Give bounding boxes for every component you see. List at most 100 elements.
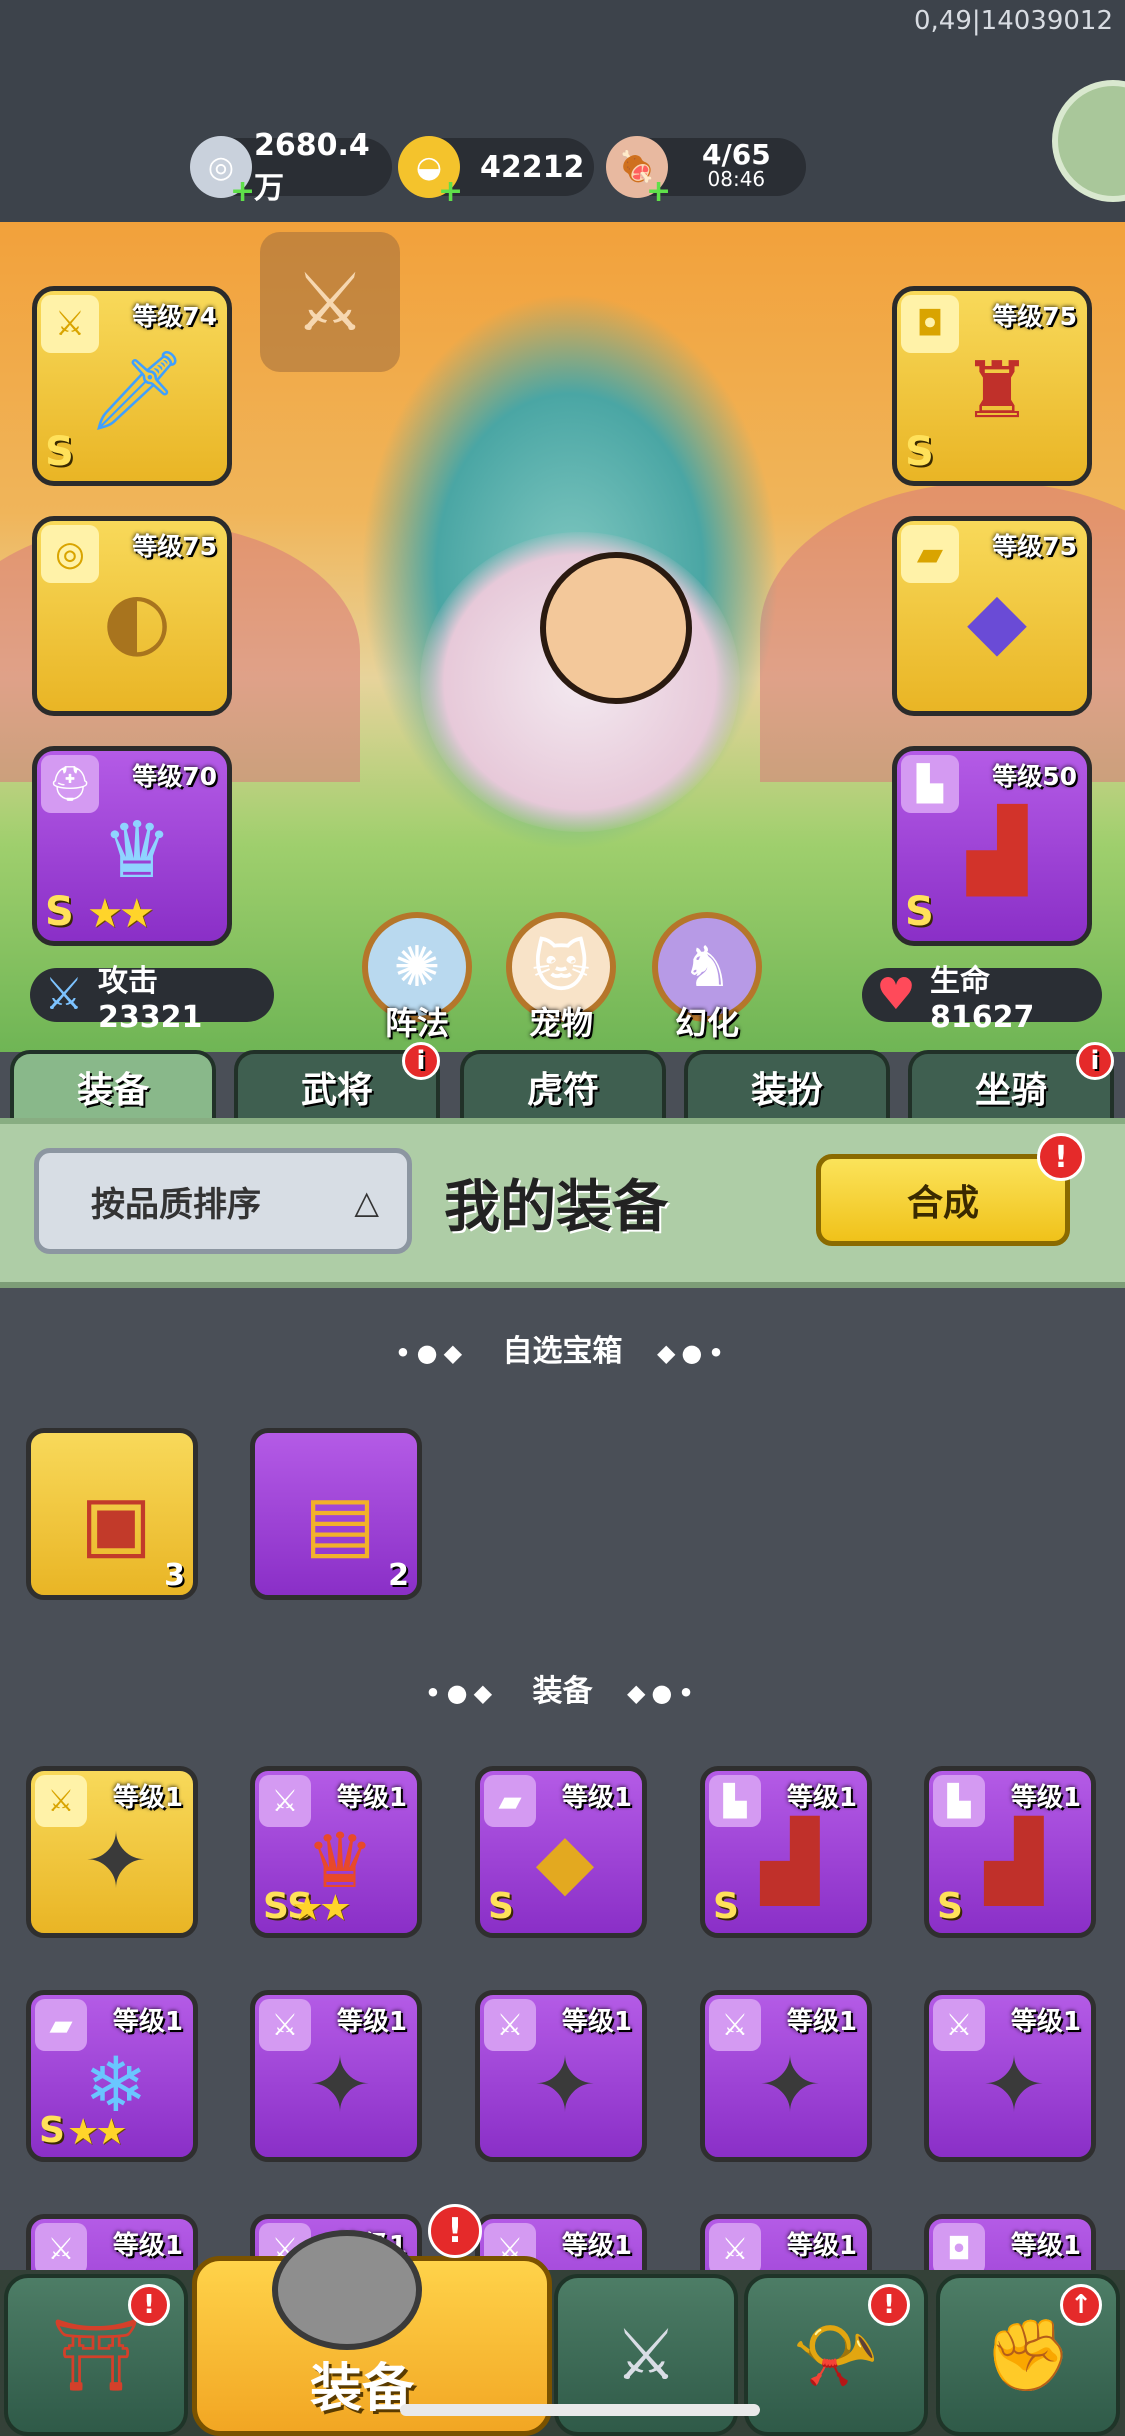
add-stamina-icon[interactable]: + xyxy=(646,177,671,207)
tab-generals[interactable]: 武将 i xyxy=(234,1042,440,1120)
equipment-item[interactable]: ▰ 等级1 ◆ S xyxy=(475,1766,647,1938)
equip-section-title: •●◆ 装备 ◆●• xyxy=(0,1666,1125,1710)
upgrade-badge-icon: ↑ xyxy=(1060,2284,1102,2326)
weapon-slot[interactable]: ⚔ 等级74 🗡 S xyxy=(32,286,232,486)
formation-button[interactable]: ✺ 阵法 xyxy=(362,912,472,1044)
chest-count: 2 xyxy=(388,1558,409,1593)
nav-equipment-label: 装备 xyxy=(310,2359,415,2419)
dots-decoration: ◆●• xyxy=(656,1339,730,1367)
weapon-level: 等级74 xyxy=(132,302,217,331)
gold-belt-icon: ◆ xyxy=(535,1815,595,1905)
sword-icon: ⚔ xyxy=(35,2223,87,2275)
item-grade: S xyxy=(39,2110,65,2151)
info-badge-icon: i xyxy=(1076,1042,1114,1080)
armor-slot[interactable]: ◘ 等级75 ♜ S xyxy=(892,286,1092,486)
locked-sword-icon: ⚔ xyxy=(260,232,400,372)
alert-badge-icon: ! xyxy=(868,2284,910,2326)
add-silver-icon[interactable]: + xyxy=(230,177,255,207)
stamina-value: 4/65 xyxy=(702,138,771,171)
home-indicator xyxy=(400,2404,760,2416)
info-badge-icon: i xyxy=(402,1042,440,1080)
chest-count: 3 xyxy=(164,1558,185,1593)
equipment-item[interactable]: ▙ 等级1 ▟ S xyxy=(924,1766,1096,1938)
stamina-timer: 08:46 xyxy=(707,167,766,191)
equipment-item[interactable]: ⚔ 等级1 ✦ xyxy=(250,1990,422,2162)
helmet-stars: ★★ xyxy=(87,891,155,937)
nav-gate-button[interactable]: ⛩ ! xyxy=(4,2274,188,2436)
attack-value: 攻击 23321 xyxy=(98,963,203,1035)
add-gold-icon[interactable]: + xyxy=(438,177,463,207)
boots-icon: ▟ xyxy=(760,1815,820,1905)
equipment-item[interactable]: ⚔ 等级1 ✦ xyxy=(26,1766,198,1938)
sword-icon: ⚔ xyxy=(709,2223,761,2275)
belt-slot[interactable]: ▰ 等级75 ◆ xyxy=(892,516,1092,716)
shuriken-icon: ✦ xyxy=(84,1815,148,1905)
equipment-item[interactable]: ⚔ 等级1 ✦ xyxy=(924,1990,1096,2162)
silver-resource[interactable]: ◎ + 2680.4万 xyxy=(190,128,392,207)
tab-label: 装扮 xyxy=(750,1070,823,1111)
sort-by-quality-button[interactable]: 按品质排序 △ xyxy=(34,1148,412,1254)
item-level: 等级1 xyxy=(561,2231,632,2261)
equipment-item[interactable]: ▰ 等级1 ❄ S ★★ xyxy=(26,1990,198,2162)
attack-stat: ⚔ 攻击 23321 xyxy=(30,964,274,1035)
horn-icon: 📯 xyxy=(792,2313,880,2396)
helmet-icon xyxy=(272,2230,422,2350)
life-value: 生命 81627 xyxy=(930,963,1035,1035)
boots-level: 等级50 xyxy=(992,762,1077,791)
tab-label: 装备 xyxy=(76,1070,149,1111)
stamina-resource[interactable]: 🍖 + 4/65 08:46 xyxy=(606,136,806,207)
life-stat: ♥ 生命 81627 xyxy=(862,964,1102,1035)
belt-level: 等级75 xyxy=(992,532,1077,561)
medal-level: 等级75 xyxy=(132,532,217,561)
boots-slot[interactable]: ▙ 等级50 ▟ S xyxy=(892,746,1092,946)
shuriken-icon: ✦ xyxy=(533,2039,597,2129)
nav-upgrade-button[interactable]: ✊ ↑ xyxy=(936,2274,1120,2436)
alert-badge-icon: ! xyxy=(1037,1133,1085,1181)
item-stars: ★★ xyxy=(67,2112,128,2153)
ice-sword-icon: 🗡 xyxy=(87,345,187,436)
gold-value: 42212 xyxy=(480,149,585,185)
panel-title: 我的装备 xyxy=(444,1175,668,1240)
chests-section-title: •●◆ 自选宝箱 ◆●• xyxy=(0,1326,1125,1370)
tab-label: 虎符 xyxy=(526,1070,599,1111)
medal-slot[interactable]: ◎ 等级75 ◐ xyxy=(32,516,232,716)
tab-equipment[interactable]: 装备 xyxy=(10,1050,216,1120)
build-id-text: 0,49|14039012 xyxy=(914,6,1113,36)
gate-icon: ⛩ xyxy=(51,2313,141,2396)
tab-tiger-tally[interactable]: 虎符 xyxy=(460,1050,666,1120)
item-level: 等级1 xyxy=(786,2231,857,2261)
dots-decoration: •●◆ xyxy=(395,1339,469,1367)
fist-upgrade-icon: ✊ xyxy=(984,2313,1072,2396)
tab-outfit[interactable]: 装扮 xyxy=(684,1050,890,1120)
chest-item[interactable]: ▤ 2 xyxy=(250,1428,422,1600)
equipment-item[interactable]: ⚔ 等级1 ✦ xyxy=(700,1990,872,2162)
necklace-icon: ◐ xyxy=(102,576,172,666)
combine-button[interactable]: 合成 ! xyxy=(816,1133,1085,1246)
pet-label: 宠物 xyxy=(528,1004,593,1042)
alert-badge-icon: ! xyxy=(428,2204,482,2258)
boots-icon: ▟ xyxy=(984,1815,1044,1905)
armor-icon: ◘ xyxy=(933,2223,985,2275)
item-grade: S xyxy=(488,1886,514,1927)
formation-label: 阵法 xyxy=(384,1004,449,1042)
nav-horn-button[interactable]: 📯 ! xyxy=(744,2274,928,2436)
weapon-grade: S xyxy=(45,429,74,475)
equipment-item[interactable]: ⚔ 等级1 ✦ xyxy=(475,1990,647,2162)
sort-label: 按品质排序 xyxy=(91,1184,261,1225)
chests-title: 自选宝箱 xyxy=(502,1334,623,1369)
red-boots-icon: ▟ xyxy=(967,806,1027,896)
chest-item[interactable]: ▣ 3 xyxy=(26,1428,198,1600)
item-level: 等级1 xyxy=(112,2231,183,2261)
transform-button[interactable]: ♞ 幻化 xyxy=(652,912,762,1044)
pet-button[interactable]: 🐱 宠物 xyxy=(506,912,616,1044)
equipment-item[interactable]: ▙ 等级1 ▟ S xyxy=(700,1766,872,1938)
dots-decoration: ◆●• xyxy=(626,1679,700,1707)
tab-mount[interactable]: 坐骑 i xyxy=(908,1042,1114,1120)
item-grade: S xyxy=(713,1886,739,1927)
crossed-swords-icon: ⚔ xyxy=(614,2314,678,2396)
gold-resource[interactable]: ◒ + 42212 xyxy=(398,136,594,207)
helmet-slot[interactable]: ⛑ 等级70 ♛ S ★★ xyxy=(32,746,232,946)
shuriken-icon: ✦ xyxy=(308,2039,372,2129)
equipment-item[interactable]: ⚔ 等级1 ♛ SS ★★ xyxy=(250,1766,422,1938)
red-armor-icon: ♜ xyxy=(962,346,1032,436)
